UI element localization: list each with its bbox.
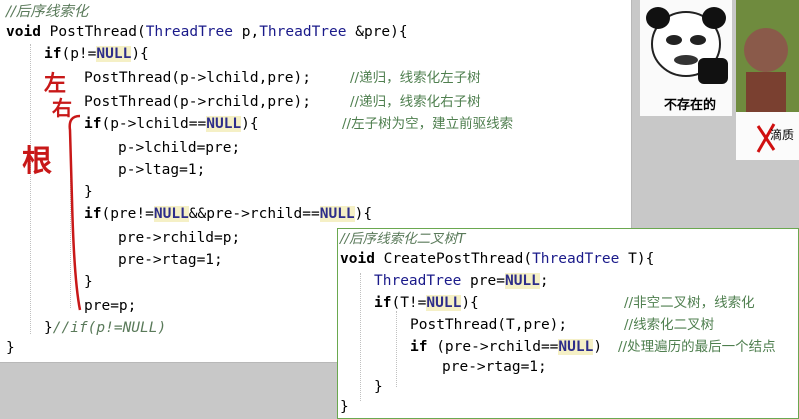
declare-pre: ThreadTree pre=NULL; bbox=[374, 271, 549, 291]
code-fragment: pre= bbox=[461, 273, 505, 289]
meme-sticker-panda: 不存在的 bbox=[640, 0, 732, 116]
close-brace: } bbox=[340, 399, 349, 415]
comment-call: //线索化二叉树 bbox=[624, 317, 715, 333]
stmt-pre-rtag: pre->rtag=1; bbox=[442, 359, 547, 375]
meme-caption: 滴质 bbox=[770, 128, 795, 142]
type-name: ThreadTree bbox=[374, 273, 462, 289]
code-fragment: ) bbox=[593, 339, 603, 355]
close-brace: } bbox=[374, 379, 383, 395]
null-token: NULL bbox=[504, 273, 540, 289]
function-signature: void CreatePostThread(ThreadTree T){ bbox=[340, 249, 654, 269]
code-fragment: (T!= bbox=[391, 295, 427, 311]
meme-caption: 不存在的 bbox=[664, 98, 717, 113]
code-fragment: ; bbox=[539, 273, 549, 289]
keyword-void: void bbox=[340, 251, 375, 267]
comment-last-node: //处理遍历的最后一个结点 bbox=[618, 339, 776, 355]
null-token: NULL bbox=[426, 295, 462, 311]
null-token: NULL bbox=[558, 339, 594, 355]
photo-icon bbox=[736, 0, 799, 112]
keyword-if: if bbox=[410, 339, 428, 355]
param: T){ bbox=[619, 251, 655, 267]
code-panel-create-post-thread: //后序线索化二叉树T void CreatePostThread(Thread… bbox=[337, 228, 799, 419]
if-pre-rchild-null: if (pre->rchild==NULL) bbox=[410, 337, 602, 357]
call-post-thread: PostThread(T,pre); bbox=[410, 317, 568, 333]
keyword-if: if bbox=[374, 295, 392, 311]
comment-title: //后序线索化二叉树T bbox=[340, 231, 466, 247]
code-fragment: ){ bbox=[461, 295, 479, 311]
function-name: CreatePostThread( bbox=[374, 251, 533, 267]
indent-guide bbox=[360, 273, 361, 401]
type-name: ThreadTree bbox=[532, 251, 620, 267]
meme-caption-box: 滴质 bbox=[736, 112, 799, 160]
comment-if-t: //非空二叉树，线索化 bbox=[624, 295, 755, 311]
if-t-not-null: if(T!=NULL){ bbox=[374, 293, 479, 313]
indent-guide bbox=[396, 311, 397, 387]
code-fragment: (pre->rchild== bbox=[427, 339, 559, 355]
root-bracket-stroke bbox=[68, 114, 82, 311]
